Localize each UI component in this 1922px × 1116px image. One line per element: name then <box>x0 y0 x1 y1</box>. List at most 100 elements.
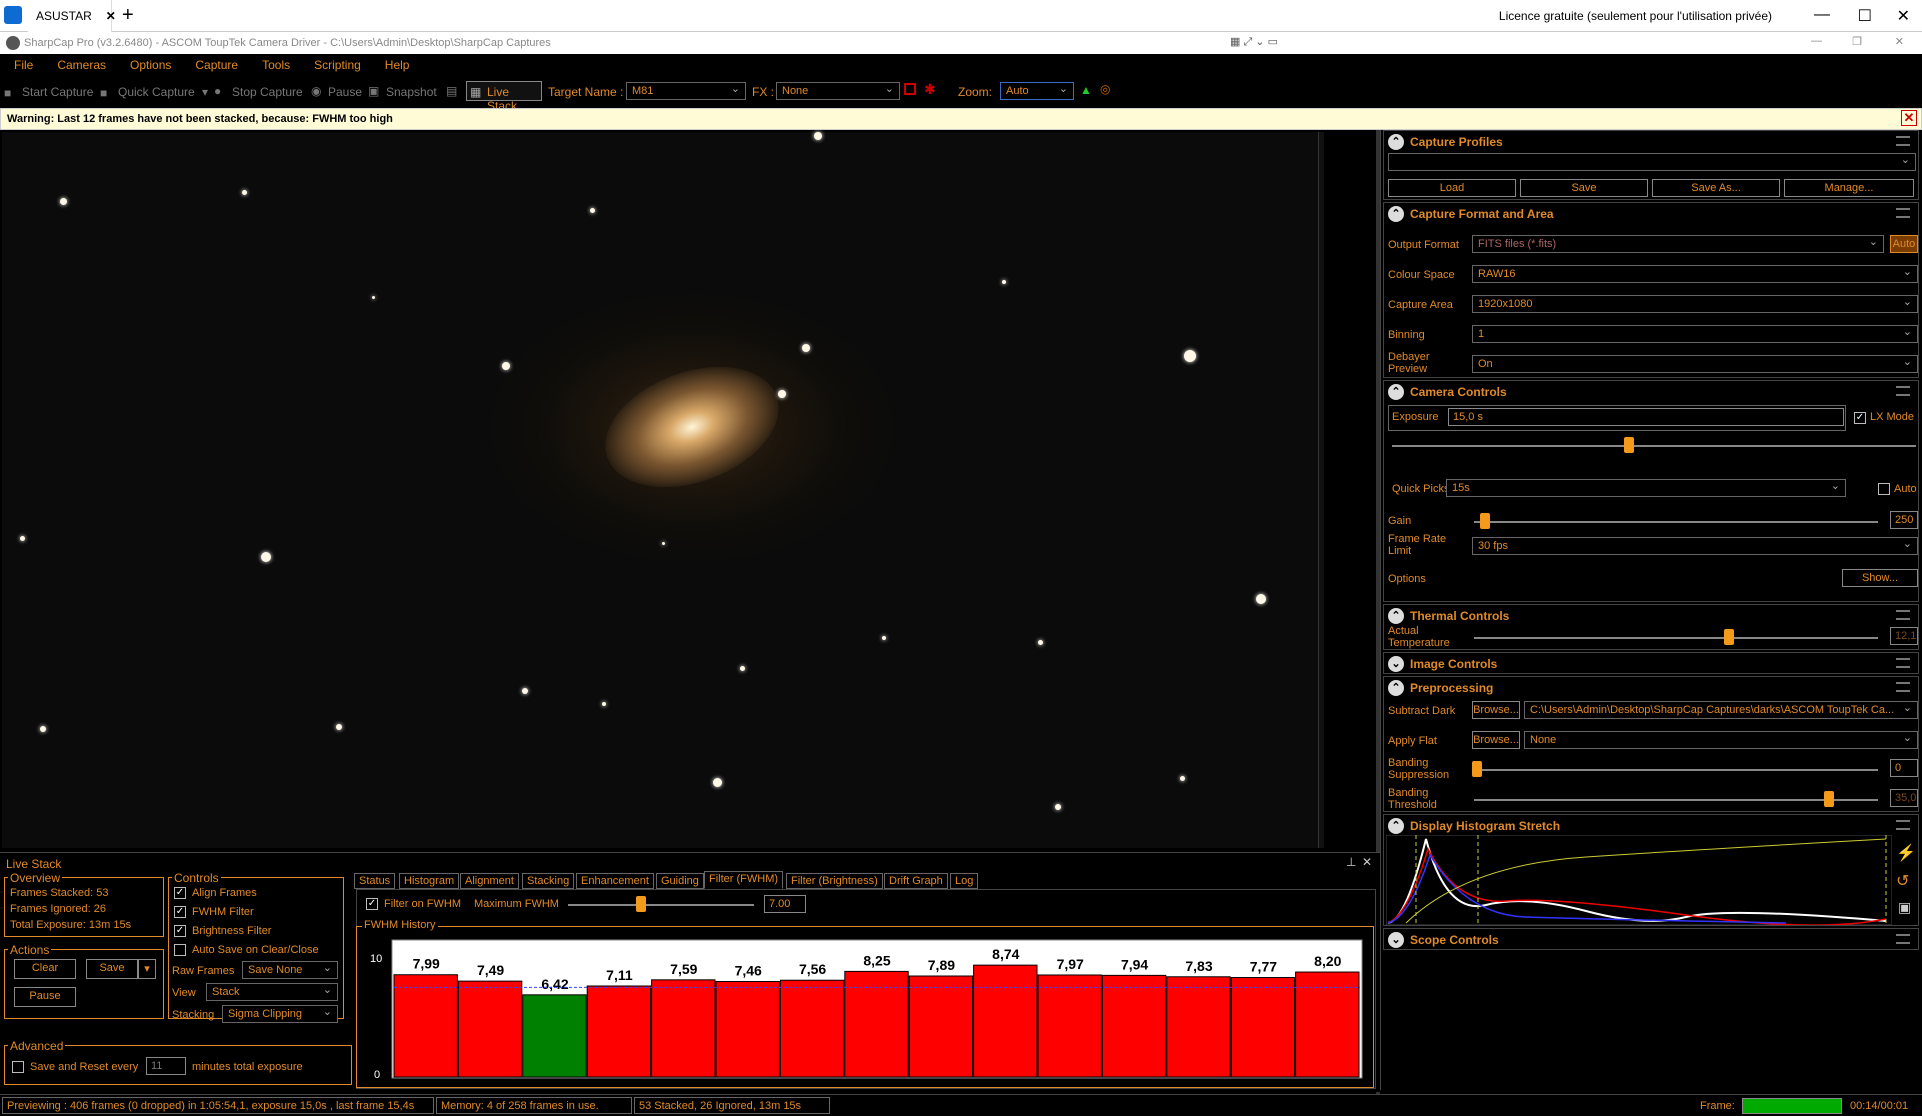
hamburger-icon[interactable] <box>1896 820 1910 830</box>
hamburger-icon[interactable] <box>1896 208 1910 218</box>
maximize-icon[interactable]: ☐ <box>1858 6 1872 26</box>
manage-profiles-button[interactable]: Manage... <box>1784 179 1914 197</box>
gain-input[interactable]: 250 <box>1890 511 1918 529</box>
brightness-filter-checkbox[interactable]: ✓ <box>174 925 186 937</box>
expand-icon[interactable]: ⌄ <box>1388 656 1404 672</box>
tab-filter-fwhm[interactable]: Filter (FWHM) <box>704 871 784 889</box>
close-warning-icon[interactable]: ✕ <box>1901 110 1917 126</box>
reset-icon[interactable]: ↺ <box>1896 871 1909 891</box>
session-tab[interactable]: ASUSTAR ✕ <box>28 0 116 32</box>
quick-capture-button[interactable]: Quick Capture <box>118 85 195 99</box>
save-button[interactable]: Save <box>86 959 138 979</box>
close-icon[interactable]: ✕ <box>106 9 116 23</box>
tab-log[interactable]: Log <box>950 873 979 889</box>
save-icon[interactable]: ▣ <box>1898 899 1911 916</box>
menu-scripting[interactable]: Scripting <box>300 54 371 76</box>
auto-save-checkbox[interactable] <box>174 944 186 956</box>
max-fwhm-input[interactable]: 7.00 <box>764 895 806 913</box>
stop-capture-button[interactable]: Stop Capture <box>232 85 303 99</box>
banding-threshold-input[interactable]: 35,0 <box>1890 789 1918 807</box>
tab-stacking[interactable]: Stacking <box>522 873 575 889</box>
menu-capture[interactable]: Capture <box>181 54 248 76</box>
collapse-icon[interactable]: ⌃ <box>1388 818 1404 834</box>
live-stack-button[interactable]: ▦ Live Stack <box>466 81 542 113</box>
menu-options[interactable]: Options <box>116 54 181 76</box>
hamburger-icon[interactable] <box>1896 136 1910 146</box>
target-name-input[interactable]: M81 <box>626 82 746 100</box>
menu-help[interactable]: Help <box>371 54 420 76</box>
minutes-stepper[interactable]: 11 <box>146 1057 186 1075</box>
snapshot-button[interactable]: Snapshot <box>386 85 437 99</box>
focus-icon[interactable]: ◎ <box>1100 82 1110 96</box>
banding-suppression-input[interactable]: 0 <box>1890 759 1918 777</box>
lx-mode-checkbox[interactable]: ✓ <box>1854 412 1866 424</box>
quick-picks-select[interactable]: 15s <box>1446 479 1846 497</box>
hamburger-icon[interactable] <box>1896 934 1910 944</box>
save-profile-button[interactable]: Save <box>1520 179 1648 197</box>
banding-suppression-slider[interactable] <box>1472 761 1878 777</box>
save-reset-checkbox[interactable] <box>12 1061 24 1073</box>
view-select[interactable]: Stack <box>206 983 338 1001</box>
window-controls[interactable]: ▦ ⤢ ⌄ ▭ <box>1230 35 1278 49</box>
restore-icon[interactable]: ❐ <box>1852 35 1862 48</box>
close-icon[interactable]: ✕ <box>1362 855 1372 869</box>
browse-flat-button[interactable]: Browse... <box>1472 731 1520 749</box>
output-format-select[interactable]: FITS files (*.fits) <box>1472 235 1884 253</box>
zoom-select[interactable]: Auto <box>1000 82 1074 100</box>
pin-icon[interactable]: ⊥ <box>1346 855 1356 869</box>
align-frames-checkbox[interactable]: ✓ <box>174 887 186 899</box>
hamburger-icon[interactable] <box>1896 682 1910 692</box>
close-window-icon[interactable]: ✕ <box>1897 6 1910 26</box>
teamviewer-icon[interactable] <box>4 6 22 24</box>
hamburger-icon[interactable] <box>1896 386 1910 396</box>
collapse-icon[interactable]: ⌃ <box>1388 680 1404 696</box>
frame-rate-select[interactable]: 30 fps <box>1472 537 1918 555</box>
exposure-slider[interactable] <box>1392 437 1916 453</box>
chevron-down-icon[interactable]: ▾ <box>202 85 208 99</box>
hamburger-icon[interactable] <box>1896 658 1910 668</box>
auto-exposure-checkbox[interactable] <box>1878 483 1890 495</box>
minimize-icon[interactable]: — <box>1814 6 1830 24</box>
banding-threshold-slider[interactable] <box>1474 791 1878 807</box>
camera-controls-header[interactable]: ⌃ Camera Controls <box>1384 381 1918 403</box>
capture-profiles-header[interactable]: ⌃ Capture Profiles <box>1384 131 1918 153</box>
hamburger-icon[interactable] <box>1896 610 1910 620</box>
gain-slider-knob[interactable] <box>1480 513 1490 529</box>
load-profile-button[interactable]: Load <box>1388 179 1516 197</box>
tab-guiding[interactable]: Guiding <box>656 873 704 889</box>
debayer-select[interactable]: On <box>1472 355 1918 373</box>
profile-select[interactable] <box>1388 153 1916 171</box>
banding-suppression-knob[interactable] <box>1472 761 1482 777</box>
save-as-profile-button[interactable]: Save As... <box>1652 179 1780 197</box>
banding-threshold-knob[interactable] <box>1824 791 1834 807</box>
filter-on-fwhm-checkbox[interactable]: ✓ <box>366 898 378 910</box>
exposure-input[interactable]: 15,0 s <box>1448 408 1844 426</box>
clear-button[interactable]: Clear <box>14 959 76 979</box>
collapse-icon[interactable]: ⌃ <box>1388 134 1404 150</box>
minimize-icon[interactable]: — <box>1811 35 1822 47</box>
expand-icon[interactable]: ⌄ <box>1388 932 1404 948</box>
tab-enhancement[interactable]: Enhancement <box>576 873 654 889</box>
fx-select[interactable]: None <box>776 82 900 100</box>
monitor-icon[interactable]: ▤ <box>446 84 457 98</box>
exposure-slider-knob[interactable] <box>1624 437 1634 453</box>
histogram-plot[interactable] <box>1386 835 1892 925</box>
binning-select[interactable]: 1 <box>1472 325 1918 343</box>
tab-drift-graph[interactable]: Drift Graph <box>884 873 948 889</box>
live-image-view[interactable] <box>2 132 1318 848</box>
tab-histogram[interactable]: Histogram <box>399 873 460 889</box>
capture-area-select[interactable]: 1920x1080 <box>1472 295 1918 313</box>
auto-stretch-icon[interactable]: ⚡ <box>1896 843 1916 863</box>
preprocessing-header[interactable]: ⌃ Preprocessing <box>1384 677 1918 699</box>
max-fwhm-knob[interactable] <box>636 896 646 912</box>
tab-status[interactable]: Status <box>354 873 396 889</box>
histogram-header[interactable]: ⌃ Display Histogram Stretch <box>1384 815 1918 837</box>
crosshair-icon[interactable]: ✱ <box>924 81 936 98</box>
fwhm-filter-checkbox[interactable]: ✓ <box>174 906 186 918</box>
collapse-icon[interactable]: ⌃ <box>1388 608 1404 624</box>
menu-cameras[interactable]: Cameras <box>43 54 116 76</box>
close-icon[interactable]: ✕ <box>1895 35 1904 48</box>
tab-alignment[interactable]: Alignment <box>460 873 519 889</box>
scope-controls-header[interactable]: ⌄ Scope Controls <box>1384 929 1918 951</box>
dark-frame-select[interactable]: C:\Users\Admin\Desktop\SharpCap Captures… <box>1524 701 1918 719</box>
